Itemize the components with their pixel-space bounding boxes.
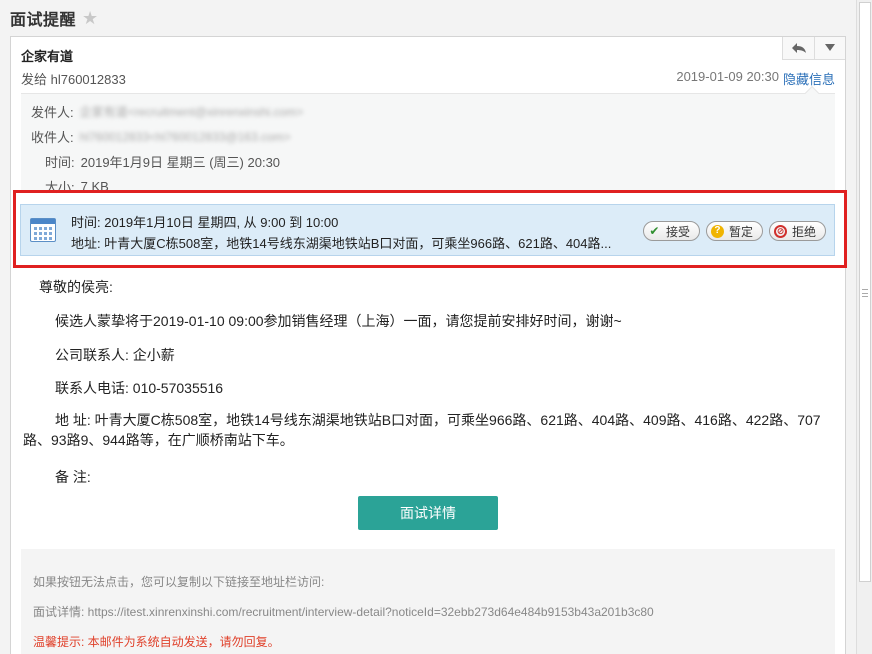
time-label: 时间: <box>45 155 75 170</box>
vertical-scrollbar[interactable] <box>856 0 872 654</box>
more-actions-button[interactable] <box>814 37 845 59</box>
reply-button[interactable] <box>783 37 814 59</box>
footer-link[interactable]: 面试详情: https://itest.xinrenxinshi.com/rec… <box>33 603 654 620</box>
address-line: 地 址: 叶青大厦C栋508室，地铁14号线东湖渠地铁站B口对面，可乘坐966路… <box>23 412 821 448</box>
to-label: 收件人: <box>31 130 74 145</box>
recipient-summary: 发给 hl760012833 <box>21 72 126 87</box>
mail-panel: 企家有道 发给 hl760012833 2019-01-09 20:30 隐藏信… <box>10 36 847 654</box>
reply-icon <box>791 43 806 53</box>
mail-details: 发件人: 企家有道<recruitment@xinrenxinshi.com> … <box>21 85 835 195</box>
greeting: 尊敬的侯亮: <box>39 279 113 295</box>
phone-line: 联系人电话: 010-57035516 <box>55 380 224 396</box>
from-label: 发件人: <box>31 105 74 120</box>
hide-info-link[interactable]: 隐藏信息 <box>783 69 835 88</box>
highlight-frame <box>13 190 847 268</box>
page-header: 面试提醒 ★ <box>0 0 856 36</box>
send-date: 2019-01-09 20:30 <box>676 69 779 84</box>
from-value: 企家有道<recruitment@xinrenxinshi.com> <box>79 105 304 119</box>
footer-warning: 温馨提示: 本邮件为系统自动发送，请勿回复。 <box>33 635 280 649</box>
from-row: 发件人: 企家有道<recruitment@xinrenxinshi.com> <box>31 102 303 121</box>
chevron-down-icon <box>825 44 835 51</box>
interview-detail-button[interactable]: 面试详情 <box>358 496 498 530</box>
sender-name: 企家有道 <box>21 49 74 64</box>
footer-hint: 如果按钮无法点击，您可以复制以下链接至地址栏访问: <box>33 575 325 589</box>
time-value: 2019年1月9日 星期三 (周三) 20:30 <box>80 155 281 170</box>
remark-line: 备 注: <box>55 469 91 485</box>
mail-header: 企家有道 发给 hl760012833 2019-01-09 20:30 隐藏信… <box>11 37 845 91</box>
contact-line: 公司联系人: 企小薪 <box>55 347 175 363</box>
page-title: 面试提醒 <box>10 12 77 29</box>
to-row: 收件人: hl760012833<hl760012833@163.com> <box>31 127 291 146</box>
time-row: 时间: 2019年1月9日 星期三 (周三) 20:30 <box>45 152 280 171</box>
scrollbar-grip-icon <box>862 289 868 297</box>
notice-line: 候选人蒙挚将于2019-01-10 09:00参加销售经理（上海）一面，请您提前… <box>55 313 622 329</box>
to-value: hl760012833<hl760012833@163.com> <box>79 129 291 144</box>
star-icon[interactable]: ★ <box>82 9 98 27</box>
header-actions <box>782 37 845 60</box>
mail-footer: 如果按钮无法点击，您可以复制以下链接至地址栏访问: 面试详情: https://… <box>21 549 835 654</box>
